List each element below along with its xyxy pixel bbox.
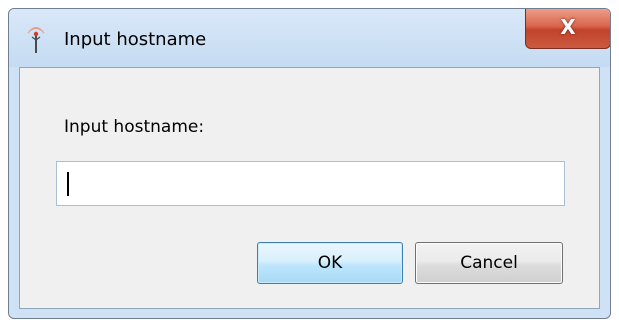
antenna-icon bbox=[25, 26, 47, 54]
close-button[interactable]: X bbox=[525, 9, 610, 49]
hostname-input[interactable] bbox=[56, 161, 565, 206]
text-caret bbox=[67, 172, 69, 196]
close-icon: X bbox=[560, 15, 576, 39]
dialog-body: Input hostname: OK Cancel bbox=[19, 67, 600, 309]
dialog-window: Input hostname X Input hostname: OK Canc… bbox=[8, 8, 611, 319]
window-title: Input hostname bbox=[64, 29, 207, 50]
ok-button[interactable]: OK bbox=[257, 242, 403, 284]
prompt-label: Input hostname: bbox=[64, 117, 205, 137]
title-bar[interactable]: Input hostname X bbox=[9, 9, 610, 67]
cancel-button[interactable]: Cancel bbox=[415, 242, 563, 284]
